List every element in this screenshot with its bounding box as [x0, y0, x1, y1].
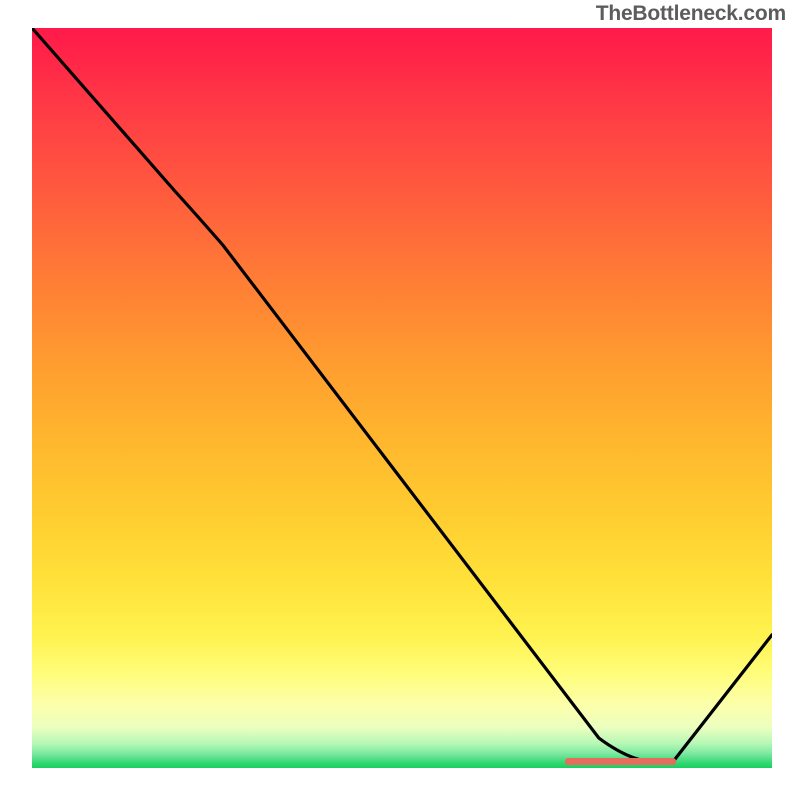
chart-curve-svg [32, 28, 772, 768]
chart-gradient-area [32, 28, 772, 768]
attribution-text: TheBottleneck.com [596, 2, 786, 26]
chart-trough-marker [565, 758, 676, 765]
chart-curve-path [32, 28, 772, 763]
